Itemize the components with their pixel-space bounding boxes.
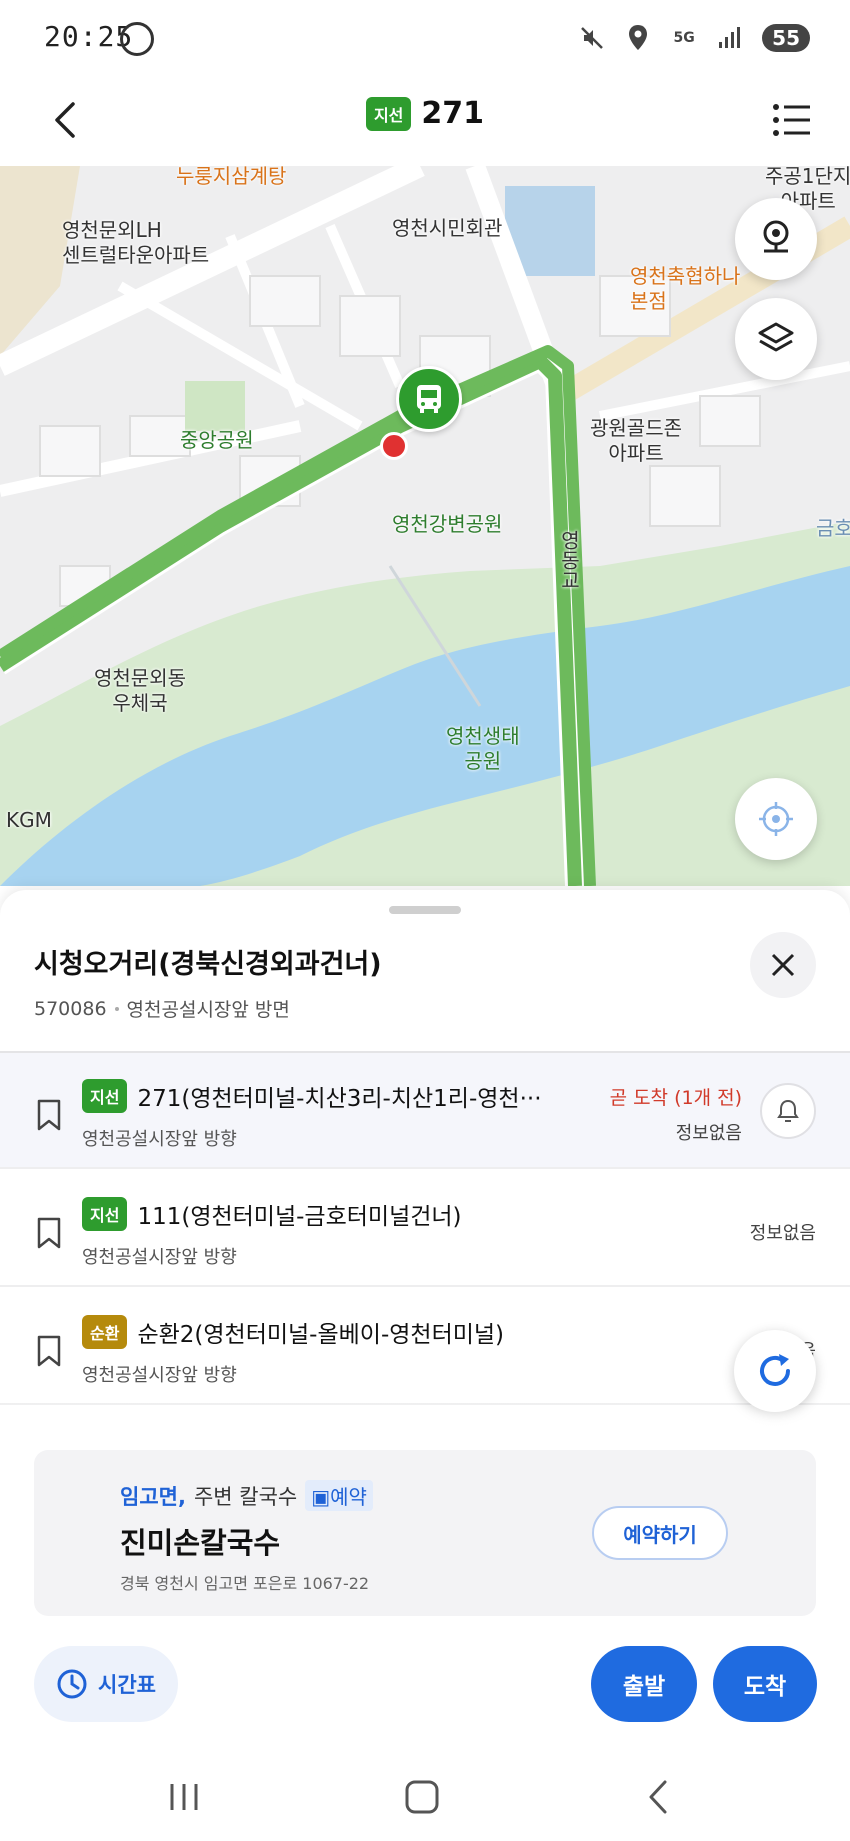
battery-icon: 55 [762,24,810,52]
set-departure-button[interactable]: 출발 [591,1646,697,1722]
route-number: 271 [421,96,485,131]
route-type-badge: 지선 [82,1197,128,1231]
route-type-badge: 지선 [82,1079,128,1113]
map-label-civic-hall: 영천시민회관 [392,216,503,240]
bookmark-icon[interactable] [36,1217,62,1249]
recent-apps-button[interactable] [154,1774,214,1820]
map-layers-button[interactable] [735,298,817,380]
system-back-button[interactable] [628,1774,688,1820]
map-label-post-office: 영천문외동 우체국 [94,666,186,715]
reserve-button[interactable]: 예약하기 [592,1506,728,1560]
refresh-icon [760,1354,790,1386]
crosshair-icon [759,802,793,836]
map-label-gwangwon: 광원골드존 아파트 [590,416,682,465]
list-fade [0,1400,850,1440]
route-title-line: 순환 순환2(영천터미널-올베이-영천터미널) [82,1315,504,1349]
timetable-label: 시간표 [98,1673,156,1697]
arrival-info: 정보없음 [675,1123,742,1144]
ad-category: 주변 칼국수 [193,1484,298,1509]
arrival-status: 곧 도착 (1개 전) [609,1087,742,1109]
stop-id: 570086 [34,997,107,1020]
locate-me-button[interactable] [735,778,817,860]
home-icon [405,1780,439,1814]
route-row[interactable]: 지선 111(영천터미널-금호터미널건너) 영천공설시장앞 방향 정보없음 [0,1171,850,1287]
my-location-pin-button[interactable] [735,198,817,280]
route-name: 271(영천터미널-치산3리-치산1리-영천··· [137,1086,542,1112]
map-label-river: 금호 [816,516,850,540]
timetable-button[interactable]: 시간표 [34,1646,178,1722]
ad-place-name: 진미손칼국수 [120,1526,281,1560]
bus-icon [417,385,441,413]
route-row[interactable]: 지선 271(영천터미널-치산3리-치산1리-영천··· 영천공설시장앞 방향 … [0,1053,850,1169]
list-icon [773,104,810,136]
map-label-bridge: 영동교 [557,530,581,590]
route-direction: 영천공설시장앞 방향 [82,1365,237,1386]
bus-position-marker [380,432,408,460]
clock-icon [57,1669,87,1699]
map-label-riverside-park: 영천강변공원 [392,512,503,536]
bookmark-icon[interactable] [36,1335,62,1367]
stop-direction: 영천공설시장앞 방면 [126,999,290,1021]
signal-icon [716,24,744,52]
mute-icon [578,24,606,52]
route-row[interactable]: 순환 순환2(영천터미널-올베이-영천터미널) 영천공설시장앞 방향 정보없음 [0,1289,850,1405]
map-label-festival: 영천축협하나 본점 [630,264,741,313]
bookmark-icon[interactable] [36,1099,62,1131]
arrival-info: 정보없음 [749,1223,816,1244]
route-title-line: 지선 111(영천터미널-금호터미널건너) [82,1197,462,1231]
pin-icon [763,220,789,253]
stop-name: 시청오거리(경북신경외과건너) [34,949,382,980]
route-title-line: 지선 271(영천터미널-치산3리-치산1리-영천··· [82,1079,542,1113]
arrival-alert-button[interactable] [760,1083,816,1139]
ad-location: 임고면, [120,1484,186,1509]
home-button[interactable] [392,1774,452,1820]
map-label-kgm: KGM [6,808,52,832]
notification-icon [120,22,154,56]
route-type-badge: 지선 [365,96,412,131]
map-label-eco-park: 영천생태 공원 [446,724,520,773]
layers-icon [758,322,794,352]
location-icon [624,24,652,52]
app-header: 지선 271 [0,76,850,166]
bell-icon [777,1099,799,1122]
status-bar: 20:25 5G 55 [0,0,850,76]
ad-address: 경북 영천시 임고면 포은로 1067-22 [120,1574,370,1593]
close-icon [771,953,795,977]
bus-stop-marker[interactable] [396,366,462,432]
back-icon [649,1780,667,1814]
route-direction: 영천공설시장앞 방향 [82,1247,237,1268]
route-name: 111(영천터미널-금호터미널건너) [137,1204,462,1230]
map-view[interactable]: 누룽지삼계탕 영천문외LH 센트럴타운아파트 영천시민회관 주공1단지 아파트 … [0,166,850,886]
separator-dot [114,1006,119,1011]
ad-header: 임고면, 주변 칼국수 ▣예약 [120,1480,373,1511]
status-icons: 5G 55 [578,20,810,56]
ad-card[interactable]: 임고면, 주변 칼국수 ▣예약 진미손칼국수 경북 영천시 임고면 포은로 10… [34,1450,816,1616]
set-arrival-button[interactable]: 도착 [713,1646,817,1722]
map-label-central-park: 중앙공원 [180,428,254,452]
route-type-badge: 순환 [82,1315,128,1349]
route-direction: 영천공설시장앞 방향 [82,1129,237,1150]
reservation-tag: ▣예약 [305,1480,373,1511]
reservation-tag-label: 예약 [330,1485,367,1509]
network-icon: 5G [673,30,695,46]
recent-apps-icon [170,1784,198,1810]
route-name: 순환2(영천터미널-올베이-영천터미널) [137,1322,505,1348]
close-button[interactable] [750,932,816,998]
calendar-icon: ▣ [311,1485,331,1509]
map-label-apartment-lh: 영천문외LH 센트럴타운아파트 [62,218,210,267]
sheet-grabber[interactable] [389,906,461,914]
map-label-restaurant: 누룽지삼계탕 [176,166,287,188]
system-nav-bar [0,1752,850,1841]
route-title: 지선 271 [0,96,850,131]
route-list-button[interactable] [764,92,820,148]
stop-meta: 570086 영천공설시장앞 방면 [34,995,290,1022]
